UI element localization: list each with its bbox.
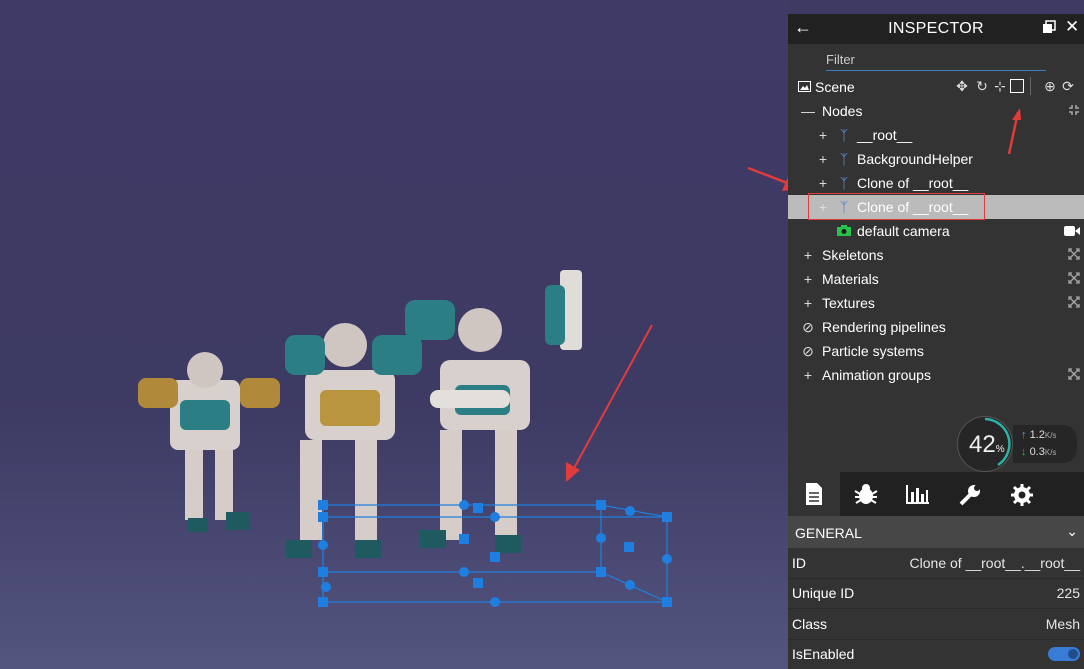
group-label: Particle systems <box>822 343 924 359</box>
inspector-title: INSPECTOR <box>888 20 984 37</box>
network-rates: ↑ 1.2K/s ↓ 0.3K/s <box>1013 425 1077 463</box>
target-icon[interactable]: ⊕ <box>1042 77 1058 95</box>
node-label: __root__ <box>857 127 913 143</box>
inspector-header: ← INSPECTOR ✕ <box>788 14 1084 44</box>
3d-viewport[interactable] <box>0 0 788 669</box>
tab-tools[interactable] <box>944 472 996 516</box>
annotation-arrow-tree <box>747 166 788 191</box>
expand-plus-icon[interactable]: + <box>816 123 830 147</box>
inspector-tabs <box>788 472 1084 516</box>
expand-plus-icon[interactable]: + <box>816 147 830 171</box>
tree-row-nodes[interactable]: — Nodes <box>788 99 1084 123</box>
nodes-label: Nodes <box>822 103 863 119</box>
robot-figure-middle <box>285 323 422 558</box>
tab-statistics[interactable] <box>892 472 944 516</box>
collapse-icon[interactable]: — <box>801 99 815 123</box>
close-icon[interactable]: ✕ <box>1065 17 1079 37</box>
filter-input[interactable]: Filter <box>826 52 1046 71</box>
group-label: Textures <box>822 295 875 311</box>
collapse-all-icon[interactable] <box>1068 104 1080 116</box>
bug-icon <box>854 484 878 504</box>
refresh-icon[interactable]: ⟳ <box>1060 77 1076 95</box>
camera-icon <box>837 219 851 243</box>
node-branch-icon: ᛉ <box>839 127 849 143</box>
expand-all-icon[interactable] <box>1068 296 1080 308</box>
selection-highlight-box <box>808 193 985 220</box>
expand-all-icon[interactable] <box>1068 248 1080 260</box>
tab-debug[interactable] <box>840 472 892 516</box>
tree-row-node[interactable]: + ᛉ BackgroundHelper <box>788 147 1084 171</box>
general-section-header[interactable]: GENERAL ⌄ <box>788 516 1084 548</box>
property-row-id: ID Clone of __root__.__root__ <box>788 548 1084 579</box>
bounding-box-gizmo-icon[interactable] <box>1010 79 1024 93</box>
tree-row-node[interactable]: + ᛉ Clone of __root__ <box>788 171 1084 195</box>
popout-icon[interactable] <box>1042 20 1056 34</box>
group-label: Rendering pipelines <box>822 319 946 335</box>
fps-percent: 42% <box>969 431 1005 458</box>
camera-label: default camera <box>857 223 950 239</box>
is-enabled-toggle[interactable] <box>1048 647 1080 661</box>
expand-plus-icon[interactable]: + <box>816 171 830 195</box>
node-label: Clone of __root__ <box>857 175 969 191</box>
node-label: BackgroundHelper <box>857 151 973 167</box>
property-key: Unique ID <box>792 585 855 601</box>
property-key: IsEnabled <box>792 646 855 662</box>
move-gizmo-icon[interactable]: ✥ <box>954 77 970 95</box>
tree-row-textures[interactable]: + Textures <box>788 291 1084 315</box>
node-branch-icon: ᛉ <box>839 151 849 167</box>
chevron-down-icon: ⌄ <box>1066 523 1078 539</box>
property-value: Mesh <box>1045 616 1080 632</box>
disabled-circle-icon: ⊘ <box>802 319 814 335</box>
node-branch-icon: ᛉ <box>839 175 849 191</box>
scene-canvas <box>138 166 788 607</box>
video-camera-icon[interactable] <box>1064 226 1080 236</box>
group-label: Skeletons <box>822 247 884 263</box>
fps-dial: 42% <box>957 416 1013 472</box>
group-label: Materials <box>822 271 879 287</box>
gear-icon <box>1011 484 1033 506</box>
tab-settings[interactable] <box>996 472 1048 516</box>
tree-row-animation-groups[interactable]: + Animation groups <box>788 363 1084 387</box>
document-icon <box>806 483 822 505</box>
robot-figure-left <box>138 352 280 532</box>
expand-plus-icon[interactable]: + <box>801 267 815 291</box>
group-label: Animation groups <box>822 367 931 383</box>
tree-row-skeletons[interactable]: + Skeletons <box>788 243 1084 267</box>
section-title: GENERAL <box>795 525 862 541</box>
property-row-unique-id: Unique ID 225 <box>788 578 1084 609</box>
tree-row-materials[interactable]: + Materials <box>788 267 1084 291</box>
tree-row-rendering-pipelines[interactable]: ⊘ Rendering pipelines <box>788 315 1084 339</box>
property-value: 225 <box>1056 585 1080 601</box>
tree-row-scene[interactable]: Scene ✥ ↻ ⊹ ⊕ ⟳ <box>788 75 1084 99</box>
rotate-gizmo-icon[interactable]: ↻ <box>974 77 990 95</box>
property-key: Class <box>792 616 828 632</box>
toolbar-divider <box>1030 77 1032 95</box>
tab-properties[interactable] <box>788 472 840 516</box>
tree-row-particle-systems[interactable]: ⊘ Particle systems <box>788 339 1084 363</box>
inspector-panel: ← INSPECTOR ✕ Filter Scene ✥ ↻ ⊹ ⊕ ⟳ — N… <box>788 14 1084 669</box>
disabled-circle-icon: ⊘ <box>802 343 814 359</box>
expand-plus-icon[interactable]: + <box>801 243 815 267</box>
property-key: ID <box>792 555 806 571</box>
tree-row-node[interactable]: + ᛉ __root__ <box>788 123 1084 147</box>
upload-rate: ↑ 1.2K/s <box>1021 429 1057 441</box>
expand-plus-icon[interactable]: + <box>801 291 815 315</box>
performance-monitor: 42% ↑ 1.2K/s ↓ 0.3K/s <box>957 416 1077 472</box>
property-row-class: Class Mesh <box>788 609 1084 640</box>
wrench-icon <box>959 485 980 506</box>
scale-gizmo-icon[interactable]: ⊹ <box>992 77 1008 95</box>
download-rate: ↓ 0.3K/s <box>1021 446 1057 458</box>
expand-all-icon[interactable] <box>1068 368 1080 380</box>
bar-chart-icon <box>906 485 929 504</box>
expand-all-icon[interactable] <box>1068 272 1080 284</box>
property-row-is-enabled: IsEnabled <box>788 639 1084 669</box>
property-value: Clone of __root__.__root__ <box>909 555 1080 571</box>
image-icon <box>797 75 811 99</box>
robot-figure-right <box>405 270 582 553</box>
tree-row-camera[interactable]: default camera <box>788 219 1084 243</box>
expand-plus-icon[interactable]: + <box>801 363 815 387</box>
scene-label: Scene <box>815 79 855 95</box>
